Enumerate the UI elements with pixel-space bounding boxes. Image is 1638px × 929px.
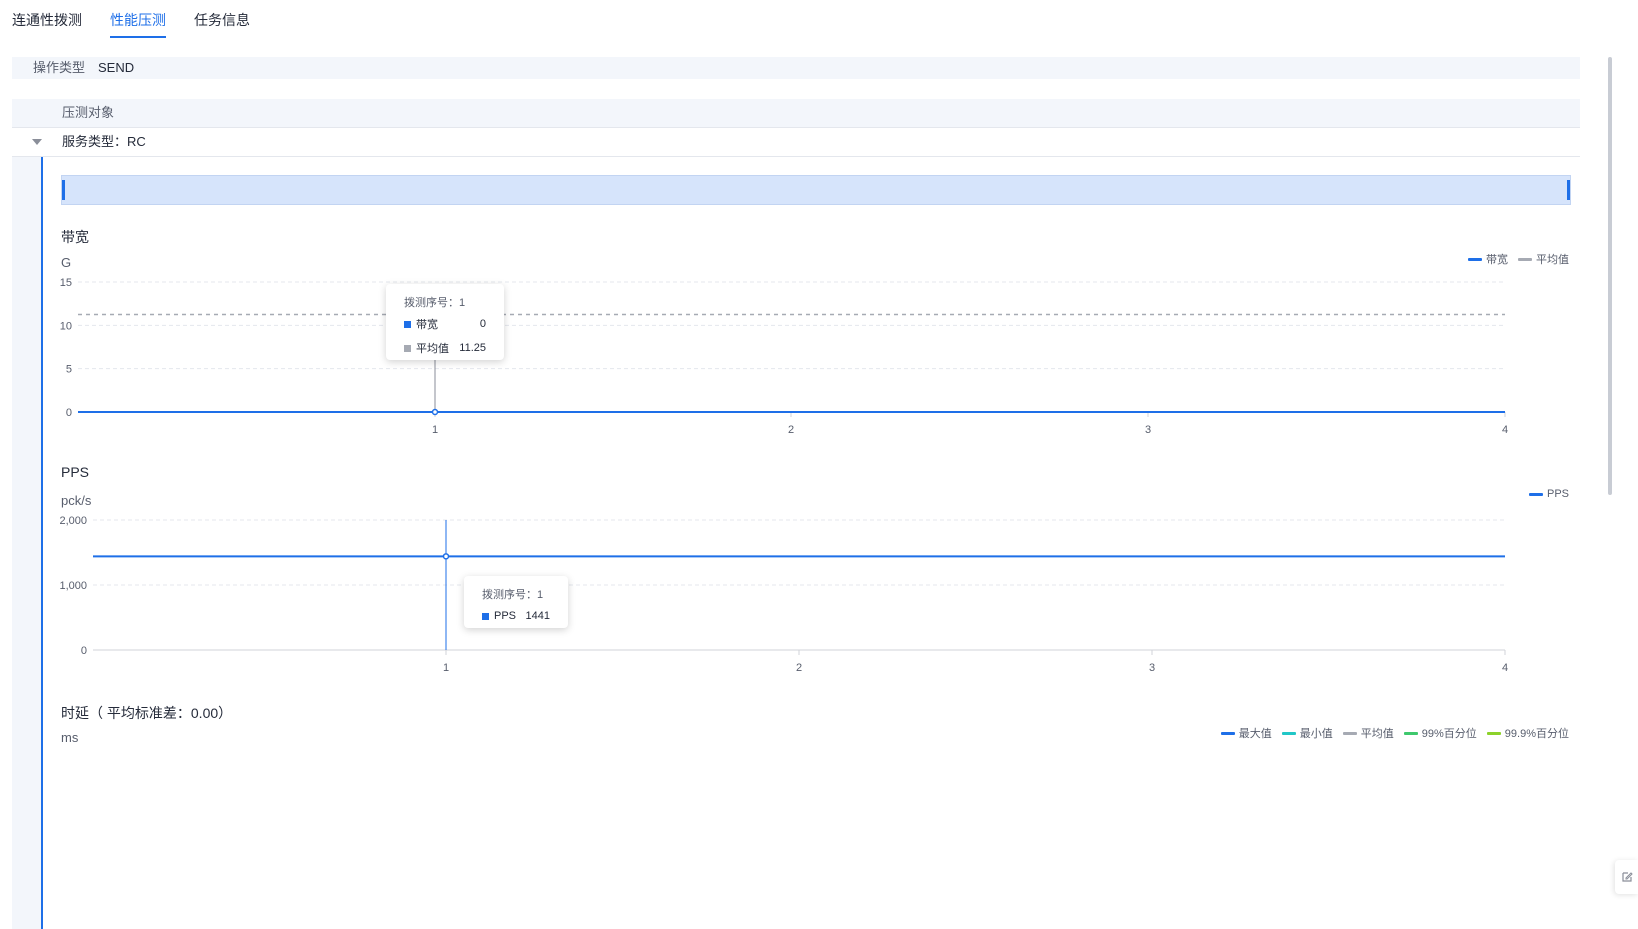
legend-label: 最大值 [1238, 728, 1272, 740]
legend-item-p99[interactable]: 99%百分位 [1403, 725, 1477, 741]
latency-unit: ms [61, 730, 79, 745]
legend-swatch [1486, 731, 1501, 735]
legend-swatch [1403, 731, 1418, 735]
latency-chart-title: 时延（ 平均标准差：0.00） [61, 705, 233, 721]
legend-label: 最小值 [1299, 728, 1333, 740]
tooltip-series-value: 1441 [525, 610, 550, 622]
x-tick-label: 2 [796, 662, 802, 674]
legend-label: 平均值 [1360, 728, 1394, 740]
feedback-button[interactable] [1615, 860, 1638, 894]
latency-legend: 最大值 最小值 平均值 99%百分位 99.9%百分位 [1211, 725, 1569, 741]
y-tick-label: 0 [81, 645, 87, 657]
legend-item-average[interactable]: 平均值 [1342, 725, 1394, 741]
legend-label: 99.9%百分位 [1504, 728, 1569, 740]
legend-label: 99%百分位 [1421, 728, 1477, 740]
tooltip-marker [482, 612, 489, 620]
pps-chart[interactable]: 0 1,000 2,000 1 2 3 4 [0, 0, 1638, 700]
tooltip-row: PPS 1441 [482, 604, 550, 628]
y-tick-label: 2,000 [59, 515, 87, 527]
legend-item-min[interactable]: 最小值 [1281, 725, 1333, 741]
x-tick-label: 4 [1502, 662, 1508, 674]
legend-swatch [1281, 731, 1296, 735]
pps-tooltip: 拨测序号：1 PPS 1441 [464, 576, 568, 628]
edit-icon [1621, 872, 1633, 882]
legend-item-p999[interactable]: 99.9%百分位 [1486, 725, 1569, 741]
legend-swatch [1342, 731, 1357, 735]
tooltip-title: 拨测序号：1 [482, 589, 544, 601]
tooltip-series-name: PPS [494, 610, 517, 622]
legend-swatch [1220, 731, 1235, 735]
page-scrollbar[interactable] [1608, 57, 1612, 495]
x-tick-label: 3 [1149, 662, 1155, 674]
legend-item-max[interactable]: 最大值 [1220, 725, 1272, 741]
y-tick-label: 1,000 [59, 580, 87, 592]
x-tick-label: 1 [443, 662, 449, 674]
data-point [442, 553, 450, 560]
